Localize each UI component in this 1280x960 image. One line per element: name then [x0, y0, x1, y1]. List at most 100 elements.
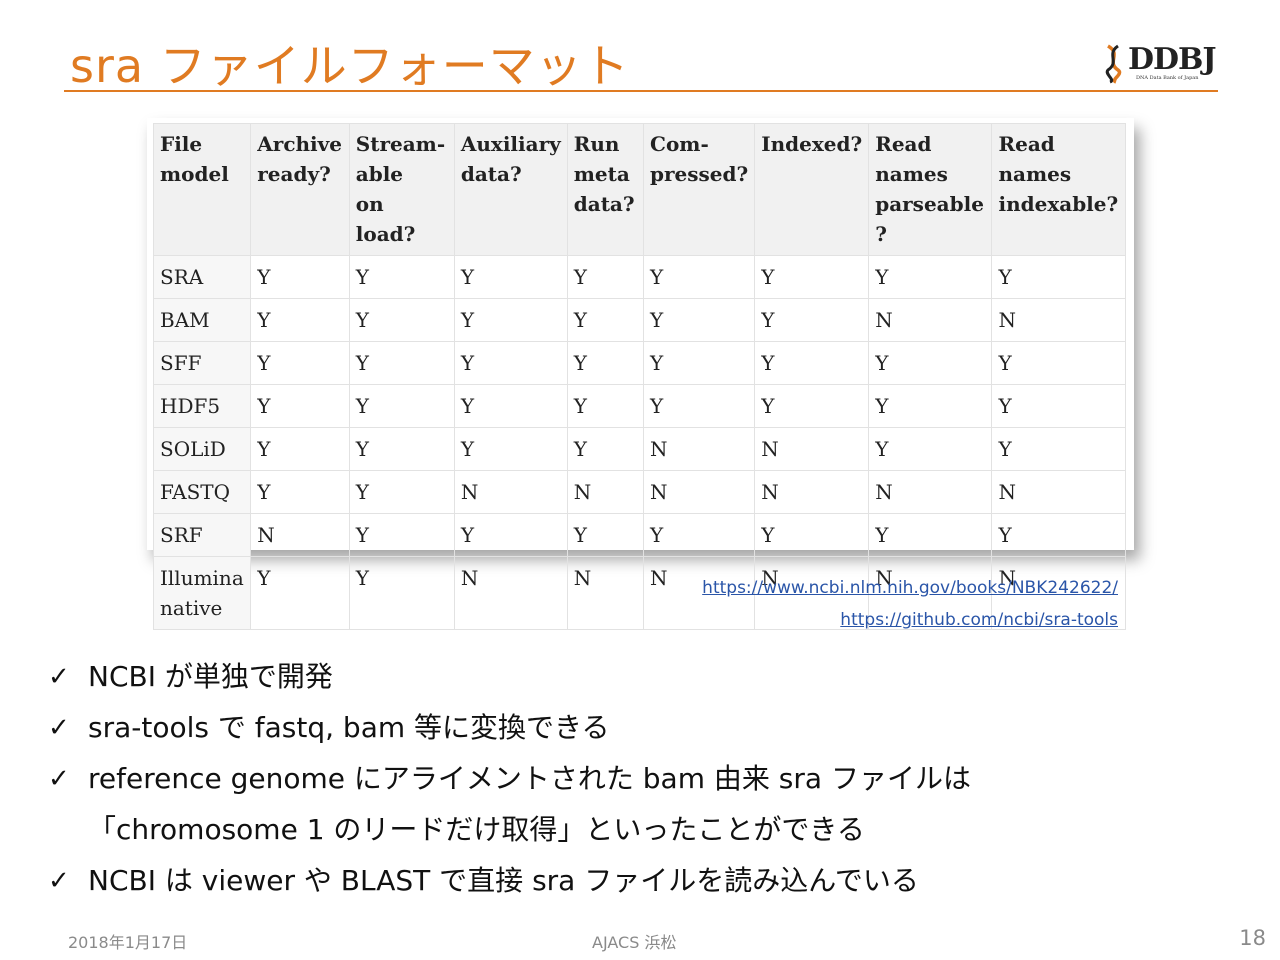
file-model-name: SRA: [160, 265, 204, 289]
column-header-line: data?: [573, 192, 635, 216]
file-model-name: SRF: [160, 523, 203, 547]
table-row: FASTQ Y Y N N N N N N: [152, 470, 1126, 514]
link-ncbi-books[interactable]: https://www.ncbi.nlm.nih.gov/books/NBK24…: [702, 578, 1118, 598]
table-row: SRF N Y Y Y Y Y Y Y: [152, 513, 1126, 557]
file-model-name: native: [160, 596, 223, 620]
table-cell: Y: [566, 513, 645, 557]
table-row: SOLiD Y Y Y Y N N Y Y: [152, 427, 1126, 471]
table-cell: Y: [348, 513, 455, 557]
table-cell: Y: [348, 341, 455, 385]
table-cell: Y: [643, 298, 756, 342]
column-header-line: indexable?: [998, 192, 1119, 216]
file-model-cell: SRA: [152, 255, 252, 299]
table-cell: Y: [250, 341, 350, 385]
table-row: SFF Y Y Y Y Y Y Y Y: [152, 341, 1126, 385]
table-cell: Y: [566, 384, 645, 428]
table-cell: Y: [991, 427, 1126, 471]
table-cell: Y: [348, 470, 455, 514]
slide-title: sra ファイルフォーマット: [70, 39, 630, 93]
format-comparison-table-image: File model Archive ready? Stream-able on load…: [147, 118, 1134, 630]
file-model-name: BAM: [160, 308, 210, 332]
link-sra-tools-github[interactable]: https://github.com/ncbi/sra-tools: [840, 610, 1118, 630]
bullet-item: ✓ sra-tools で fastq, bam 等に変換できる: [48, 709, 1048, 760]
table-cell: Y: [643, 255, 756, 299]
table-cell: Y: [754, 513, 870, 557]
table-cell: N: [754, 427, 870, 471]
file-model-cell: SFF: [152, 341, 252, 385]
file-model-cell: BAM: [152, 298, 252, 342]
bullet-text: NCBI が単独で開発: [88, 660, 333, 693]
file-model-cell: Illumina native: [152, 556, 252, 630]
table-cell: Y: [566, 255, 645, 299]
checkmark-icon: ✓: [48, 662, 70, 692]
table-cell: Y: [453, 341, 568, 385]
page-number: 18: [1239, 926, 1266, 950]
checkmark-icon: ✓: [48, 764, 70, 794]
table-cell: N: [566, 556, 645, 630]
table-cell: N: [991, 298, 1126, 342]
checkmark-icon: ✓: [48, 866, 70, 896]
column-header-line: Archive: [257, 132, 342, 156]
bullet-list: ✓ NCBI が単独で開発 ✓ sra-tools で fastq, bam 等…: [48, 658, 1048, 913]
table-cell: N: [868, 298, 993, 342]
table-row: BAM Y Y Y Y Y Y N N: [152, 298, 1126, 342]
file-model-cell: SOLiD: [152, 427, 252, 471]
table-cell: Y: [643, 341, 756, 385]
column-header-line: ready?: [257, 162, 331, 186]
bullet-item: ✓ NCBI は viewer や BLAST で直接 sra ファイルを読み込…: [48, 862, 1048, 913]
table-cell: Y: [453, 384, 568, 428]
column-header: Run meta data?: [566, 123, 645, 256]
table-cell: Y: [453, 298, 568, 342]
column-header: Auxiliary data?: [453, 123, 568, 256]
column-header-line: Read names: [875, 132, 948, 186]
dna-helix-icon: [1105, 44, 1122, 84]
column-header-line: model: [160, 162, 229, 186]
table-cell: Y: [754, 384, 870, 428]
table-cell: N: [868, 470, 993, 514]
file-model-name: Illumina: [160, 566, 244, 590]
file-model-cell: SRF: [152, 513, 252, 557]
column-header: Indexed?: [754, 123, 870, 256]
table-header-row: File model Archive ready? Stream-able on load…: [152, 123, 1126, 256]
table-cell: Y: [250, 384, 350, 428]
column-header: Read names indexable?: [991, 123, 1126, 256]
column-header-line: on load?: [355, 192, 416, 246]
table-row: HDF5 Y Y Y Y Y Y Y Y: [152, 384, 1126, 428]
logo-tagline: DNA Data Bank of Japan: [1136, 75, 1199, 81]
checkmark-icon: ✓: [48, 713, 70, 743]
table-cell: N: [991, 470, 1126, 514]
file-model-cell: FASTQ: [152, 470, 252, 514]
file-model-name: SFF: [160, 351, 202, 375]
table-cell: Y: [453, 513, 568, 557]
column-header: File model: [152, 123, 252, 256]
table-cell: Y: [868, 255, 993, 299]
column-header: Archive ready?: [250, 123, 350, 256]
format-comparison-table: File model Archive ready? Stream-able on load…: [152, 123, 1126, 630]
table-cell: Y: [453, 255, 568, 299]
table-cell: Y: [348, 298, 455, 342]
column-header-line: parseable ?: [875, 192, 984, 246]
table-row: SRA Y Y Y Y Y Y Y Y: [152, 255, 1126, 299]
file-model-name: FASTQ: [160, 480, 231, 504]
table-cell: Y: [250, 556, 350, 630]
table-cell: Y: [250, 470, 350, 514]
table-cell: Y: [566, 427, 645, 471]
logo-wordmark: DDBJ: [1128, 42, 1217, 77]
table-cell: Y: [868, 427, 993, 471]
table-cell: Y: [348, 255, 455, 299]
table-cell: N: [754, 470, 870, 514]
table-cell: Y: [754, 298, 870, 342]
column-header: Read names parseable ?: [868, 123, 993, 256]
table-cell: Y: [250, 255, 350, 299]
footer-event: AJACS 浜松: [592, 933, 677, 952]
column-header-line: data?: [460, 162, 522, 186]
table-cell: Y: [754, 255, 870, 299]
table-cell: Y: [348, 384, 455, 428]
table-cell: N: [566, 470, 645, 514]
column-header-line: File: [160, 132, 203, 156]
column-header-line: Read names: [998, 132, 1072, 186]
table-cell: Y: [868, 384, 993, 428]
bullet-item-continuation: 「chromosome 1 のリードだけ取得」といったことができる: [48, 811, 1048, 862]
column-header: Stream-able on load?: [348, 123, 455, 256]
bullet-text: NCBI は viewer や BLAST で直接 sra ファイルを読み込んで…: [88, 864, 919, 897]
